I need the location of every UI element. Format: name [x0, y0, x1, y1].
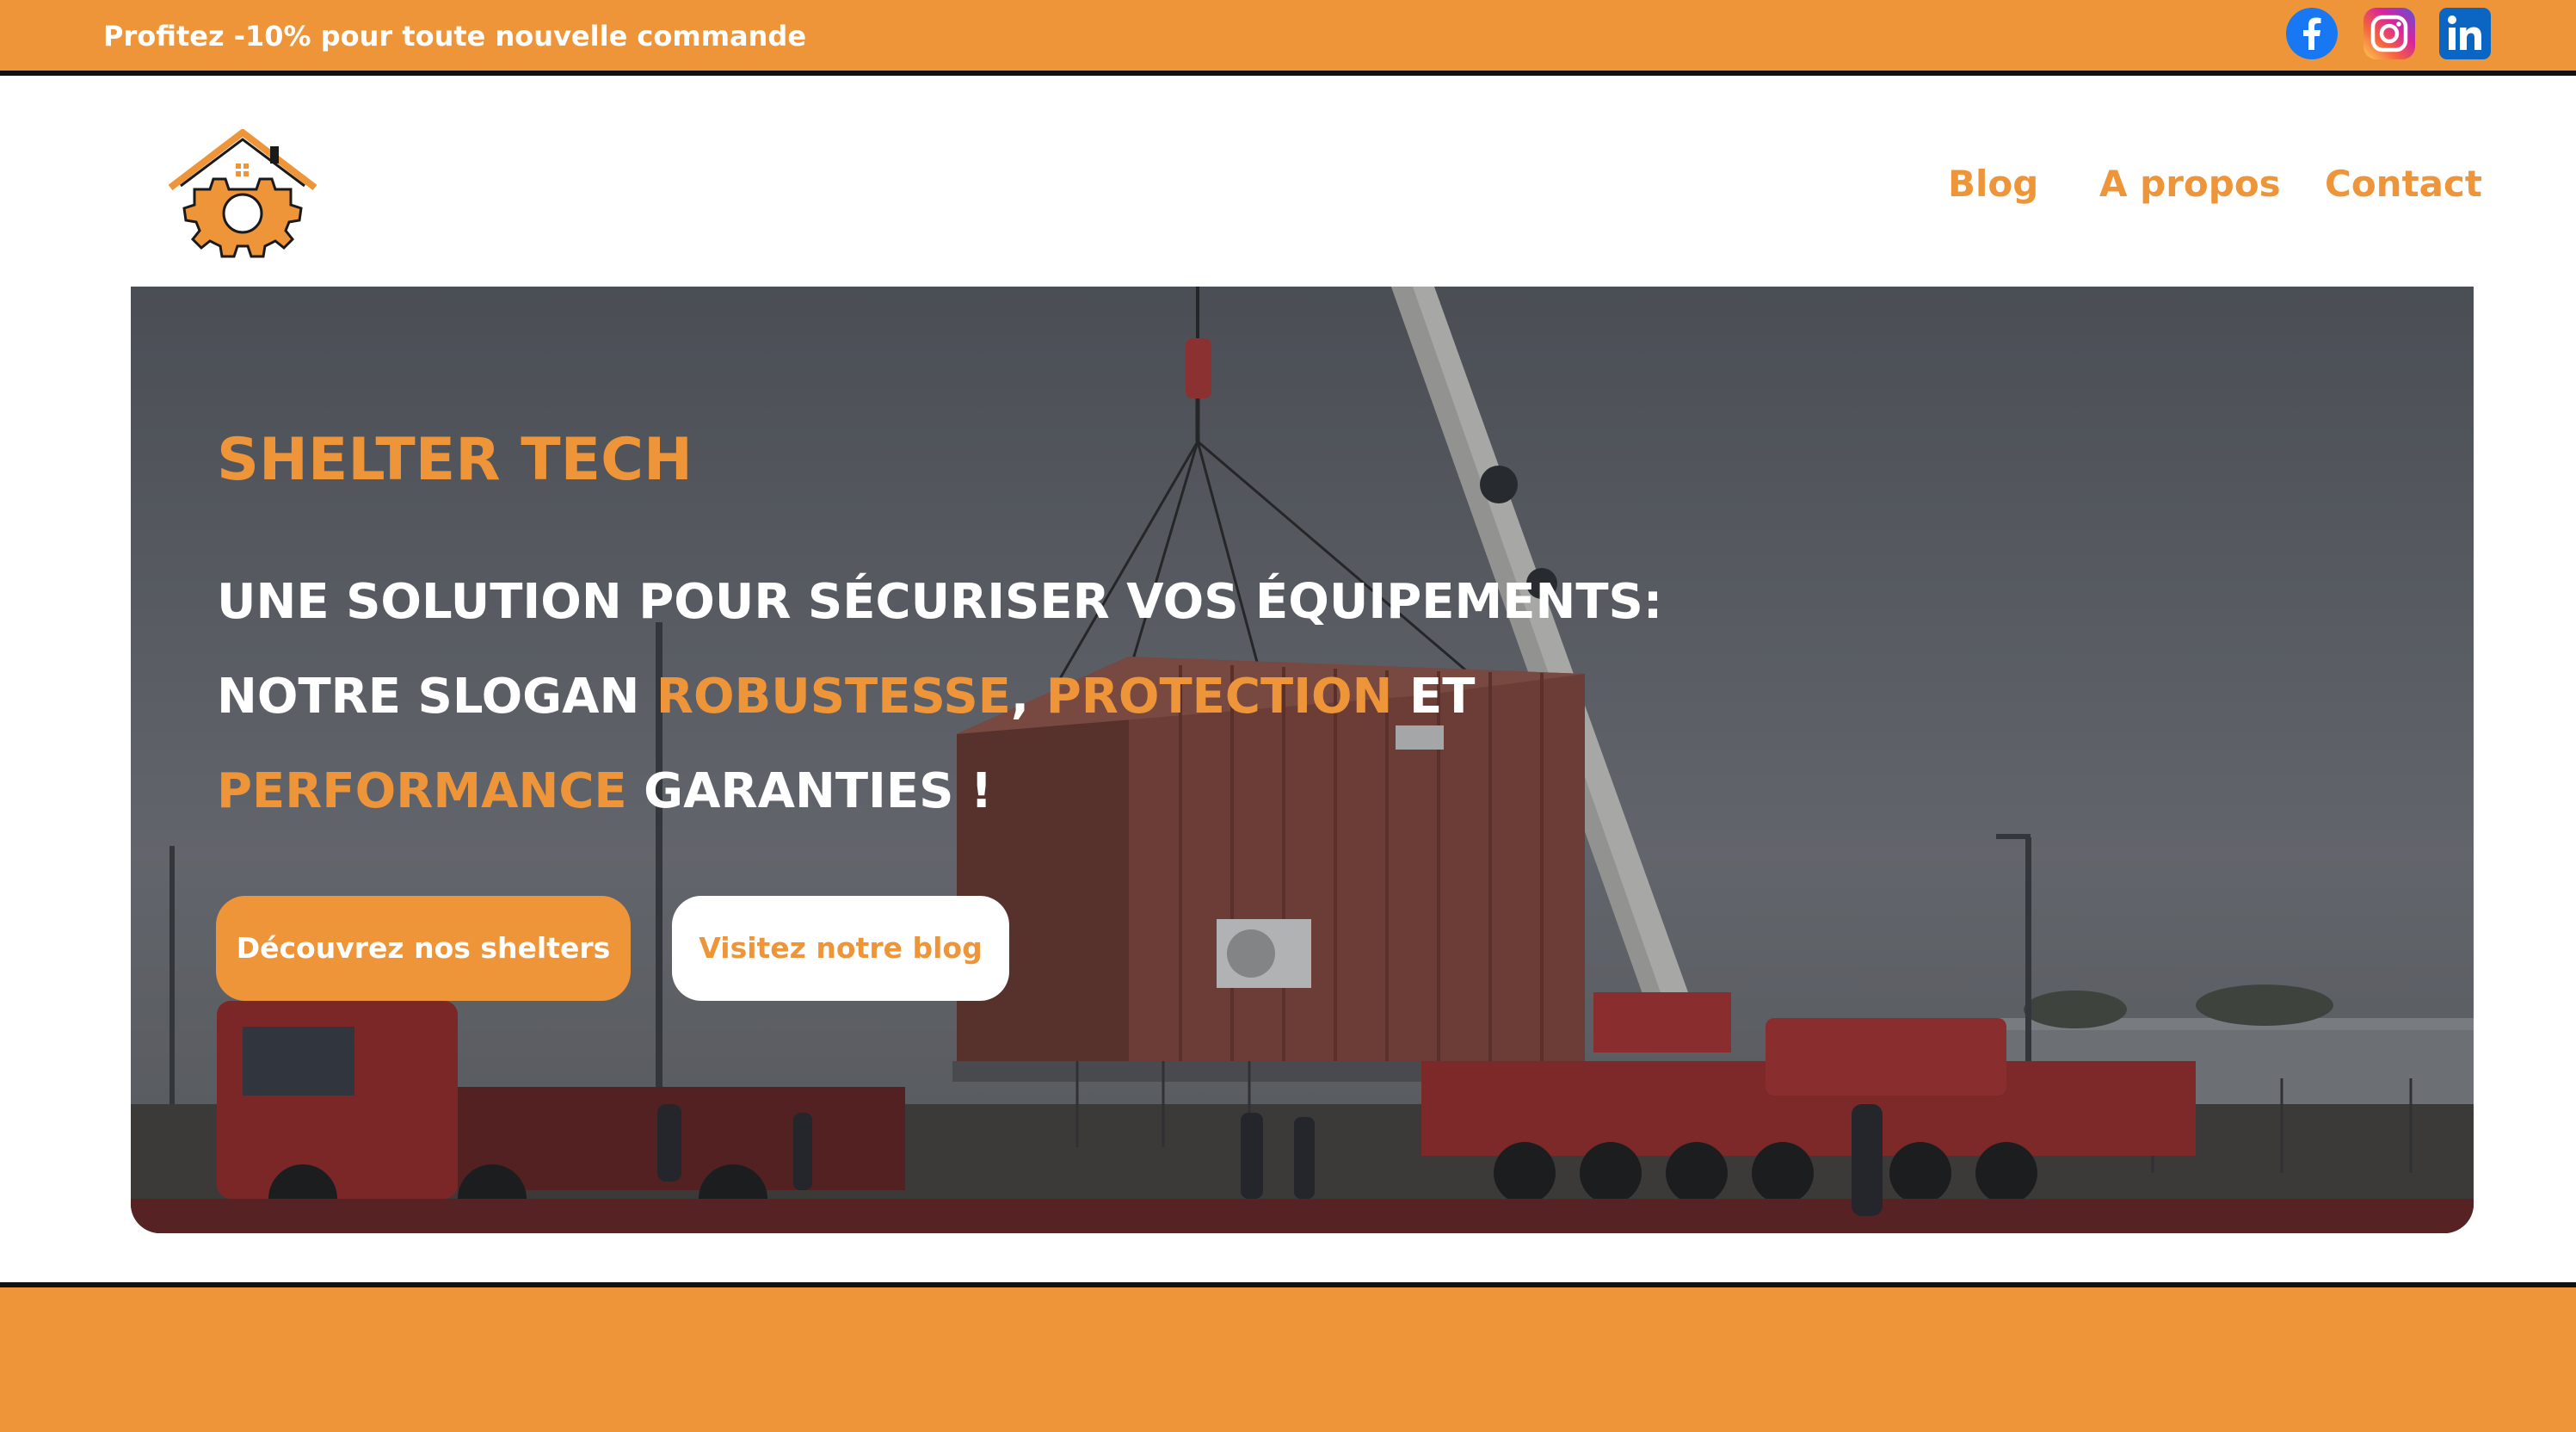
nav-blog[interactable]: Blog	[1948, 160, 2038, 208]
facebook-icon[interactable]	[2285, 7, 2339, 60]
slogan-et: ET	[1392, 669, 1476, 725]
hero-tagline-line-2: NOTRE SLOGAN ROBUSTESSE, PROTECTION ET	[217, 665, 1475, 729]
promo-text: Profitez -10% pour toute nouvelle comman…	[103, 20, 807, 52]
discover-shelters-button[interactable]: Découvrez nos shelters	[216, 896, 631, 1001]
linkedin-icon[interactable]	[2438, 7, 2492, 60]
hero-tagline-line-1: UNE SOLUTION POUR SÉCURISER VOS ÉQUIPEME…	[217, 574, 1663, 630]
footer-bar	[0, 1282, 2576, 1432]
hero-tagline-line-3: PERFORMANCE GARANTIES !	[217, 760, 992, 824]
slogan-text: NOTRE SLOGAN	[217, 669, 656, 725]
house-gear-logo-icon[interactable]	[169, 129, 317, 258]
slogan-protection: PROTECTION	[1045, 669, 1393, 725]
visit-blog-button[interactable]: Visitez notre blog	[672, 896, 1009, 1001]
hero-banner: SHELTER TECH UNE SOLUTION POUR SÉCURISER…	[131, 287, 2474, 1233]
hero-title: SHELTER TECH	[217, 426, 693, 494]
nav-about[interactable]: A propos	[2099, 160, 2281, 208]
slogan-garanties: GARANTIES !	[626, 763, 993, 819]
instagram-icon[interactable]	[2363, 7, 2416, 60]
nav-contact[interactable]: Contact	[2325, 160, 2482, 208]
slogan-performance: PERFORMANCE	[217, 763, 627, 819]
slogan-robustesse: ROBUSTESSE	[656, 669, 1011, 725]
promo-bar: Profitez -10% pour toute nouvelle comman…	[0, 0, 2576, 76]
slogan-separator: ,	[1010, 669, 1046, 725]
